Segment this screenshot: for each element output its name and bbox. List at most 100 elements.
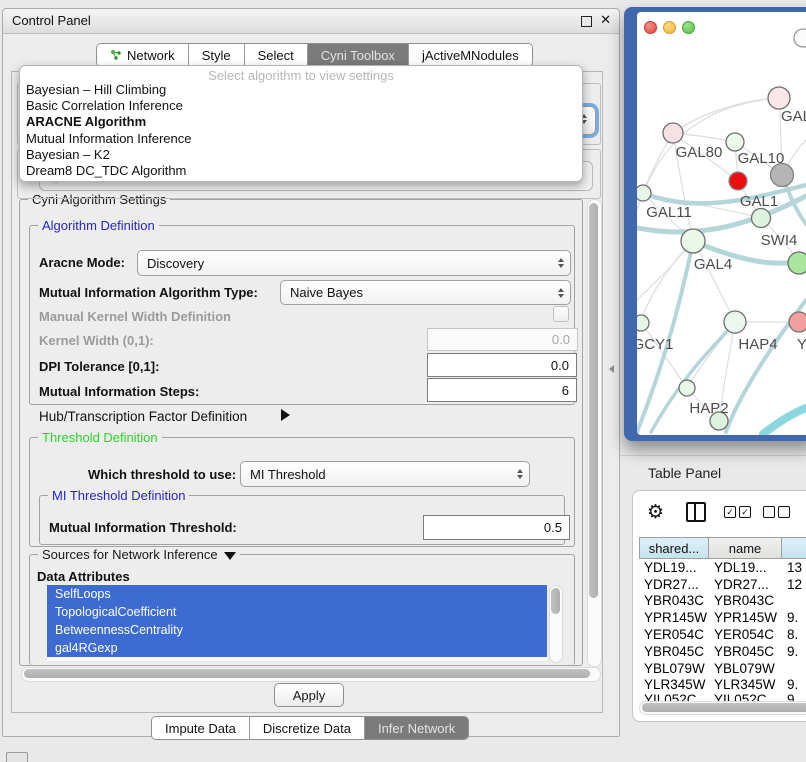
control-panel-titlebar[interactable]: Control Panel ✕ [3, 9, 619, 34]
network-canvas[interactable]: GAL80 GAL10 GAL1 GAL11 SWI4 GAL4 GCY1 HA… [637, 12, 806, 435]
table-row[interactable]: YLR345W YLR345W 9. [639, 677, 806, 694]
tab-select[interactable]: Select [244, 44, 307, 66]
label-hap4: HAP4 [738, 336, 777, 353]
node-pink-strong[interactable] [789, 312, 806, 332]
combo-spinner-icon [552, 288, 570, 298]
combo-spinner-icon [552, 258, 570, 268]
node-gal4[interactable] [681, 229, 705, 253]
label-gal-partial: GAL [781, 108, 806, 125]
mi-steps-field[interactable]: 6 [427, 378, 577, 402]
kernel-width-label: Kernel Width (0,1): [39, 333, 154, 348]
table-header-row: shared... name [639, 537, 806, 559]
tab-network-label: Network [127, 48, 175, 63]
dropdown-item[interactable]: Bayesian – K2 [20, 147, 582, 163]
dropdown-item[interactable]: Mutual Information Inference [20, 131, 582, 147]
table-row[interactable]: YBL079W YBL079W [639, 660, 806, 677]
which-threshold-label: Which threshold to use: [88, 467, 236, 482]
cutoff-corner-button[interactable] [6, 752, 28, 762]
node-table: shared... name YDL19... YDL19... 13 YDR2… [639, 537, 806, 706]
tab-jactivemnodules[interactable]: jActiveMNodules [408, 44, 532, 66]
table-panel: ⚙ ✓✓ shared... name YDL19... YDL19... 13… [632, 490, 806, 722]
mi-steps-label: Mutual Information Steps: [39, 384, 199, 399]
apply-button[interactable]: Apply [274, 683, 344, 707]
aracne-mode-combobox[interactable]: Discovery [137, 250, 571, 276]
node-gal1-red[interactable] [729, 172, 747, 190]
column-header-partial[interactable] [782, 537, 806, 559]
label-gal1: GAL1 [740, 193, 778, 210]
bottom-tabbar: Impute Data Discretize Data Infer Networ… [151, 716, 469, 740]
table-row[interactable]: YER054C YER054C 8. [639, 626, 806, 643]
node-gal-partial[interactable] [768, 87, 790, 109]
tab-style[interactable]: Style [188, 44, 244, 66]
splitter-collapse-icon[interactable] [609, 365, 614, 373]
label-gal11: GAL11 [646, 204, 692, 221]
node-hap2[interactable] [679, 380, 695, 396]
algorithm-definition-title: Algorithm Definition [38, 218, 159, 233]
deselect-all-checkboxes-icon[interactable] [763, 506, 790, 518]
column-header-name[interactable]: name [709, 537, 782, 559]
table-row[interactable]: YPR145W YPR145W 9. [639, 609, 806, 626]
attribute-list-scrollbar[interactable] [549, 585, 563, 663]
attribute-item-selected[interactable]: BetweennessCentrality [47, 621, 547, 639]
manual-kernel-label: Manual Kernel Width Definition [39, 309, 231, 324]
node-gal80[interactable] [663, 123, 683, 143]
combo-spinner-icon [511, 469, 529, 479]
sources-collapse-icon[interactable] [224, 552, 236, 560]
settings-vertical-scrollbar[interactable] [587, 199, 602, 667]
tab-network[interactable]: Network [97, 44, 188, 66]
close-panel-icon[interactable]: ✕ [600, 12, 611, 28]
dropdown-item[interactable]: Dream8 DC_TDC Algorithm [20, 163, 582, 179]
control-panel-title: Control Panel [12, 13, 91, 28]
table-horizontal-scrollbar[interactable] [639, 701, 806, 715]
tab-cyni-toolbox[interactable]: Cyni Toolbox [307, 44, 408, 66]
screen: Control Panel ✕ Network Style Select Cyn… [0, 0, 806, 762]
dropdown-item-selected[interactable]: ARACNE Algorithm [20, 114, 582, 130]
settings-horizontal-scrollbar[interactable] [21, 667, 601, 682]
attribute-item-selected[interactable]: SelfLoops [47, 585, 547, 603]
network-icon [110, 49, 122, 61]
dropdown-placeholder: Select algorithm to view settings [20, 66, 582, 82]
window-zoom-button[interactable] [682, 21, 695, 34]
mi-algorithm-type-combobox[interactable]: Naive Bayes [280, 280, 571, 305]
tab-impute-data[interactable]: Impute Data [152, 717, 249, 739]
label-swi4: SWI4 [761, 232, 798, 249]
node-hap4[interactable] [724, 311, 746, 333]
table-row[interactable]: YDL19... YDL19... 13 [639, 559, 806, 576]
dropdown-item[interactable]: Bayesian – Hill Climbing [20, 82, 582, 98]
dropdown-item[interactable]: Basic Correlation Inference [20, 98, 582, 114]
window-minimize-button[interactable] [663, 21, 676, 34]
node-green-bright[interactable] [788, 252, 806, 274]
attribute-item-selected[interactable]: TopologicalCoefficient [47, 603, 547, 621]
node-gal10[interactable] [726, 133, 744, 151]
node-unlabeled[interactable] [794, 29, 806, 47]
aracne-mode-label: Aracne Mode: [39, 255, 125, 270]
gear-icon[interactable]: ⚙ [647, 501, 664, 524]
window-close-button[interactable] [644, 21, 657, 34]
kernel-width-field[interactable]: 0.0 [427, 328, 578, 351]
columns-icon[interactable] [686, 502, 706, 522]
select-all-checkboxes-icon[interactable]: ✓✓ [724, 506, 751, 518]
mi-type-label: Mutual Information Algorithm Type: [39, 285, 258, 300]
tab-discretize-data[interactable]: Discretize Data [249, 717, 364, 739]
label-hap2: HAP2 [689, 400, 728, 417]
network-graph[interactable]: GAL80 GAL10 GAL1 GAL11 SWI4 GAL4 GCY1 HA… [637, 12, 806, 435]
mi-threshold-field[interactable]: 0.5 [423, 515, 570, 540]
network-view-window: GAL80 GAL10 GAL1 GAL11 SWI4 GAL4 GCY1 HA… [624, 7, 806, 441]
attribute-item-selected[interactable]: gal4RGexp [47, 639, 547, 657]
tab-infer-network[interactable]: Infer Network [364, 717, 468, 739]
dpi-tolerance-field[interactable]: 0.0 [427, 353, 577, 377]
table-row[interactable]: YDR27... YDR27... 12 [639, 576, 806, 593]
column-header-sharedname[interactable]: shared... [639, 537, 709, 559]
data-attributes-list: SelfLoops TopologicalCoefficient Between… [47, 585, 547, 661]
node-gcy1[interactable] [637, 315, 649, 331]
table-row[interactable]: YBR043C YBR043C [639, 593, 806, 610]
which-threshold-combobox[interactable]: MI Threshold [240, 461, 530, 487]
node-swi4[interactable] [752, 209, 771, 228]
data-attributes-label: Data Attributes [37, 569, 130, 584]
table-row[interactable]: YBR045C YBR045C 9. [639, 643, 806, 660]
node-gal11[interactable] [637, 185, 651, 201]
hub-expand-icon[interactable] [281, 409, 290, 421]
table-panel-divider [620, 455, 806, 456]
manual-kernel-checkbox[interactable] [553, 306, 569, 322]
float-panel-icon[interactable] [581, 16, 592, 27]
